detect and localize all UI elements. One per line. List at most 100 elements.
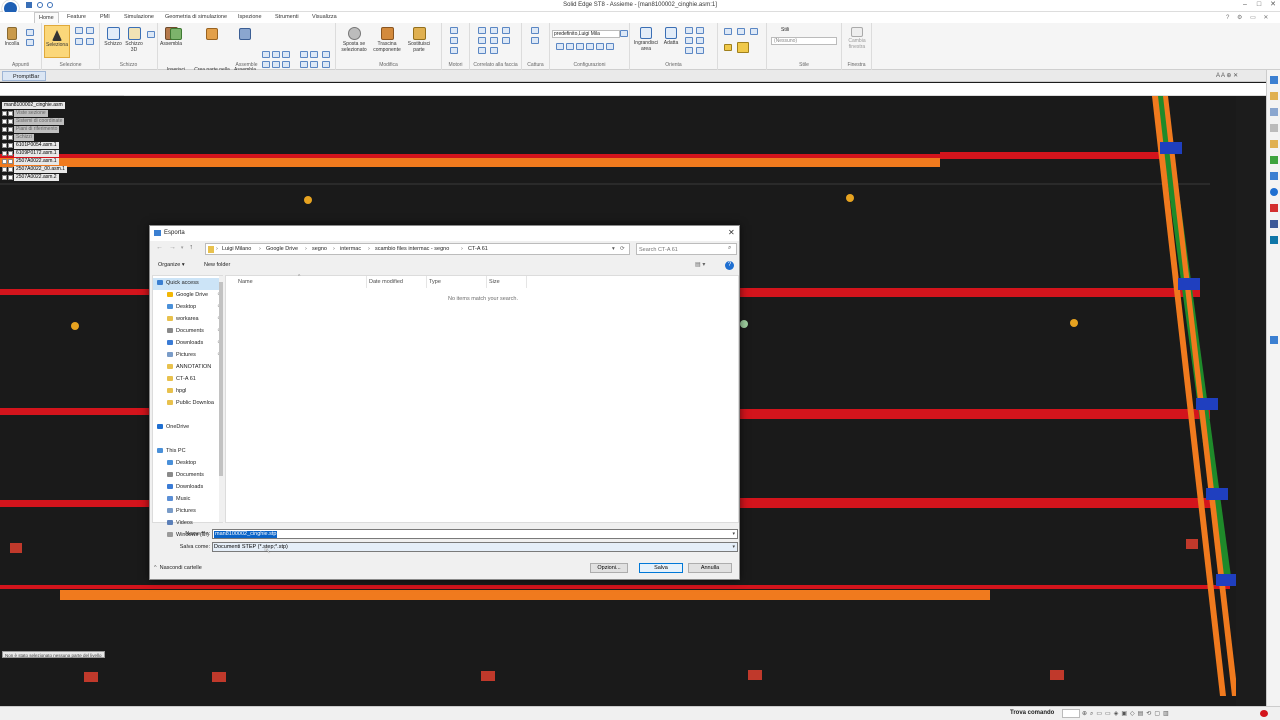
- address-dropdown-icon[interactable]: ▾: [612, 246, 615, 252]
- nav-item[interactable]: Pictures: [153, 506, 223, 518]
- view-icon[interactable]: [685, 47, 693, 54]
- paste-button[interactable]: Incolla: [2, 27, 22, 47]
- sketch-button[interactable]: Schizzo: [102, 27, 124, 47]
- filename-dropdown-icon[interactable]: ▾: [732, 531, 735, 537]
- options-button[interactable]: Opzioni...: [590, 563, 628, 573]
- column-date-modified[interactable]: Date modified: [369, 279, 403, 285]
- nav-item[interactable]: Desktop: [153, 458, 223, 470]
- config-icon-2[interactable]: [566, 43, 574, 50]
- tree-item[interactable]: 6109P0172.asm.1: [2, 149, 92, 157]
- relation-path-icon[interactable]: [310, 51, 318, 58]
- select-all-icon[interactable]: [75, 38, 83, 45]
- style-dropdown[interactable]: (Nessuno): [771, 37, 837, 45]
- breadcrumb-item[interactable]: CT-A 61: [468, 246, 488, 252]
- shaded-edges-icon[interactable]: [737, 42, 749, 53]
- nav-item[interactable]: CT-A 61: [153, 374, 223, 386]
- find-command-input[interactable]: [1062, 709, 1080, 718]
- look-at-icon[interactable]: [696, 47, 704, 54]
- nav-item[interactable]: workarea⚲: [153, 314, 223, 326]
- config-icon-5[interactable]: [596, 43, 604, 50]
- face-relate-icon-2[interactable]: [490, 27, 498, 34]
- config-settings-icon[interactable]: [620, 30, 628, 37]
- nav-item[interactable]: Documents⚲: [153, 326, 223, 338]
- dialog-close-icon[interactable]: ✕: [728, 228, 735, 237]
- nav-item[interactable]: Music: [153, 494, 223, 506]
- capture-fit-icon[interactable]: [531, 27, 539, 34]
- pan-icon[interactable]: [696, 27, 704, 34]
- nav-item[interactable]: Quick access: [153, 278, 223, 290]
- minimize-icon[interactable]: –: [1238, 1, 1252, 8]
- tree-item[interactable]: 2507A0022_00.asm.1: [2, 165, 92, 173]
- dock-icon-6[interactable]: [1270, 156, 1278, 164]
- tab-simulazione[interactable]: Simulazione: [124, 14, 154, 20]
- file-list[interactable]: Name ^ Date modified Type Size No items …: [225, 274, 739, 523]
- move-selected-button[interactable]: Sposta se selezionato: [338, 27, 370, 53]
- nav-item[interactable]: Downloads⚲: [153, 338, 223, 350]
- select-query-icon[interactable]: [86, 38, 94, 45]
- relation-connect-icon[interactable]: [282, 61, 290, 68]
- tab-feature[interactable]: Feature: [67, 14, 86, 20]
- tree-item[interactable]: Viste sezione: [2, 109, 92, 117]
- nav-item[interactable]: ANNOTATION: [153, 362, 223, 374]
- config-icon-6[interactable]: [606, 43, 614, 50]
- select-filter-icon[interactable]: [75, 27, 83, 34]
- face-relate-icon-1[interactable]: [478, 27, 486, 34]
- hide-folders-toggle[interactable]: ^ Nascondi cartelle: [154, 565, 202, 571]
- nav-item[interactable]: Public Downloa: [153, 398, 223, 410]
- maximize-icon[interactable]: □: [1252, 1, 1266, 8]
- breadcrumb-item[interactable]: Luigi Milano: [222, 246, 251, 252]
- savetype-dropdown-icon[interactable]: ▾: [732, 544, 735, 550]
- column-size[interactable]: Size: [489, 279, 500, 285]
- breadcrumb-item[interactable]: intermac: [340, 246, 361, 252]
- sketch-option-icon[interactable]: [147, 31, 155, 38]
- tree-item[interactable]: 6101P0054.asm.1: [2, 141, 92, 149]
- view-top-icon[interactable]: [737, 28, 745, 35]
- face-relate-icon-7[interactable]: [478, 47, 486, 54]
- sketch3d-button[interactable]: Schizzo 3D: [124, 27, 144, 53]
- relation-align-icon[interactable]: [272, 51, 280, 58]
- breadcrumb-item[interactable]: segno: [312, 246, 327, 252]
- tab-geometria[interactable]: Geometria di simulazione: [165, 14, 227, 20]
- forward-arrow-icon[interactable]: →: [169, 244, 176, 251]
- savetype-select[interactable]: Documenti STEP (*.step;*.stp) ▾: [212, 542, 738, 552]
- zoom-icon[interactable]: [685, 27, 693, 34]
- strip-close-icon[interactable]: ✕: [1233, 73, 1238, 79]
- tree-item[interactable]: Piani di riferimento: [2, 125, 92, 133]
- facebook-icon[interactable]: [1270, 220, 1278, 228]
- address-bar[interactable]: › Luigi Milano › Google Drive › segno › …: [205, 243, 630, 255]
- tab-home[interactable]: Home: [34, 12, 59, 23]
- tree-item[interactable]: Sistemi di coordinate: [2, 117, 92, 125]
- relation-gear-icon[interactable]: [300, 51, 308, 58]
- save-button[interactable]: Salva: [639, 563, 683, 573]
- close-icon[interactable]: ✕: [1266, 0, 1280, 8]
- back-arrow-icon[interactable]: ←: [156, 244, 163, 251]
- breadcrumb-item[interactable]: scambio files intermac - segno: [375, 246, 449, 252]
- dock-icon-7[interactable]: [1270, 172, 1278, 180]
- tree-item[interactable]: Schizzi: [2, 133, 92, 141]
- view-options-icon[interactable]: ▤ ▾: [695, 261, 705, 268]
- new-folder-button[interactable]: New folder: [204, 262, 230, 268]
- config-icon-3[interactable]: [576, 43, 584, 50]
- dock-icon-1[interactable]: [1270, 76, 1278, 84]
- face-relate-icon-4[interactable]: [478, 37, 486, 44]
- select-box-icon[interactable]: [86, 27, 94, 34]
- search-input[interactable]: [639, 245, 725, 254]
- rotate-icon[interactable]: [685, 37, 693, 44]
- drag-component-button[interactable]: Trascina componente: [370, 27, 404, 53]
- change-window-button[interactable]: Cambia finestra: [844, 27, 870, 50]
- view-front-icon[interactable]: [724, 28, 732, 35]
- nav-item[interactable]: Downloads: [153, 482, 223, 494]
- dock-icon-2[interactable]: [1270, 92, 1278, 100]
- restore-icon[interactable]: ▭: [1250, 15, 1256, 21]
- tree-item[interactable]: 2507A0022.asm.2: [2, 173, 92, 181]
- dock-icon-4[interactable]: [1270, 124, 1278, 132]
- relation-planar-icon[interactable]: [272, 61, 280, 68]
- tree-item[interactable]: man8100002_cinghie.asm: [2, 101, 92, 109]
- shaded-icon[interactable]: [724, 44, 732, 51]
- face-relate-icon-3[interactable]: [502, 27, 510, 34]
- nav-item[interactable]: This PC: [153, 446, 223, 458]
- select-button[interactable]: Seleziona: [44, 25, 70, 58]
- tab-pmi[interactable]: PMI: [100, 14, 110, 20]
- nav-scroll-thumb[interactable]: [219, 282, 223, 476]
- nav-scrollbar[interactable]: [219, 276, 223, 522]
